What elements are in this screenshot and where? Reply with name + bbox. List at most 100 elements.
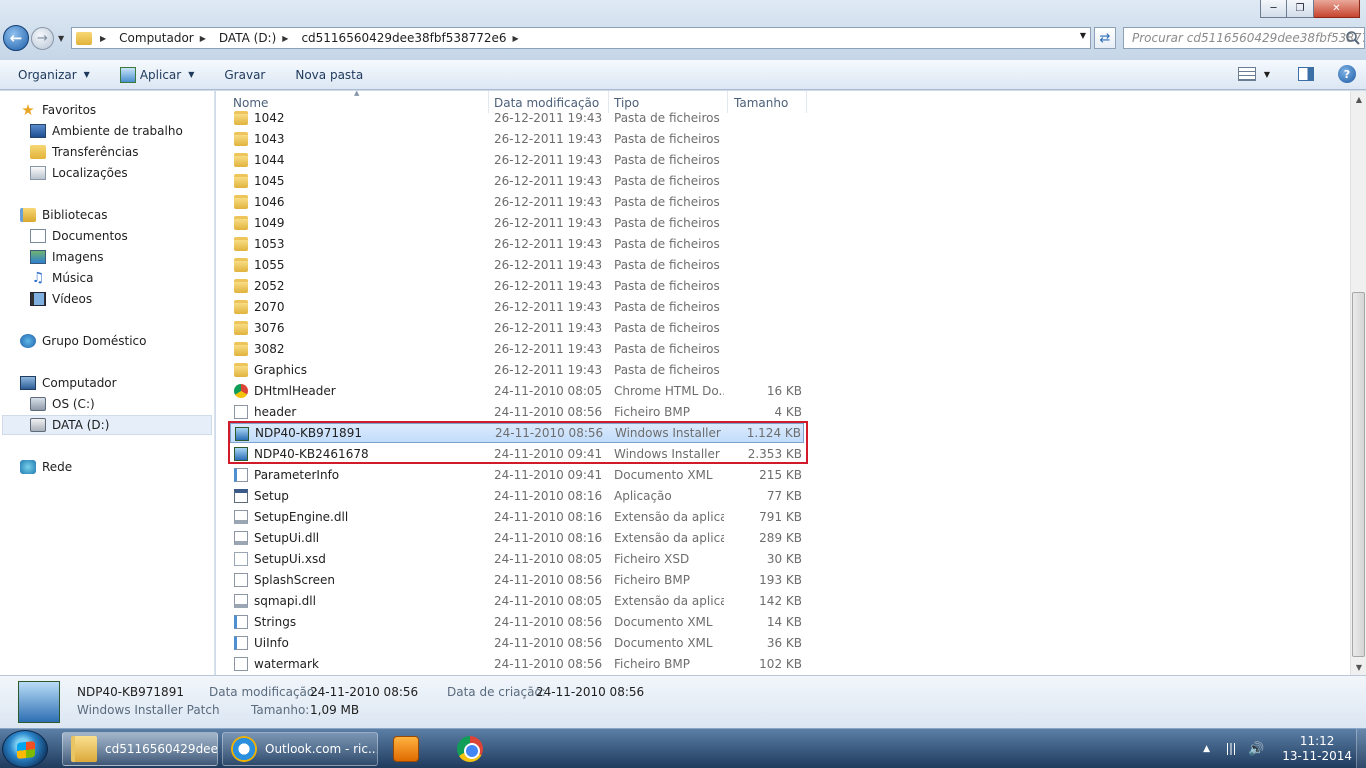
address-dropdown[interactable]: ▼ <box>1080 31 1086 40</box>
clock[interactable]: 11:12 13-11-2014 <box>1282 734 1352 764</box>
table-row[interactable]: watermark 24-11-2010 08:56 Ficheiro BMP 102… <box>230 654 804 674</box>
recent-places-icon <box>30 166 46 180</box>
table-row[interactable]: SetupEngine.dll 24-11-2010 08:16 Extensão … <box>230 507 804 527</box>
breadcrumb-current-folder[interactable]: cd5116560429dee38fbf538772e6 <box>301 31 506 45</box>
table-row[interactable]: SetupUi.xsd 24-11-2010 08:05 Ficheiro XSD 3… <box>230 549 804 569</box>
change-view-button[interactable]: ▼ <box>1237 67 1270 81</box>
file-type: Aplicação <box>614 489 672 503</box>
network-signal-icon[interactable] <box>1224 743 1239 755</box>
details-view-icon <box>1237 67 1256 81</box>
nav-os-c[interactable]: OS (C:) <box>30 397 95 411</box>
table-row[interactable]: NDP40-KB2461678 24-11-2010 09:41 Windows I… <box>230 444 804 464</box>
taskbar-internet-explorer[interactable]: Outlook.com - ric... <box>222 732 378 766</box>
file-name: 1053 <box>254 237 285 251</box>
internet-explorer-icon <box>231 736 257 762</box>
file-date: 24-11-2010 09:41 <box>494 447 603 461</box>
nav-computer[interactable]: Computador <box>20 376 117 390</box>
new-folder-button[interactable]: Nova pasta <box>295 68 363 82</box>
table-row[interactable]: 1045 26-12-2011 19:43 Pasta de ficheiros <box>230 171 804 191</box>
nav-downloads[interactable]: Transferências <box>30 145 139 159</box>
nav-videos[interactable]: Vídeos <box>30 292 92 306</box>
scroll-down-button[interactable]: ▼ <box>1351 659 1366 675</box>
table-row[interactable]: UiInfo 24-11-2010 08:56 Documento XML 36 KB <box>230 633 804 653</box>
volume-icon[interactable]: 🔊 <box>1248 742 1264 757</box>
scroll-up-button[interactable]: ▲ <box>1351 91 1366 107</box>
nav-favorites[interactable]: ★ Favoritos <box>20 103 96 118</box>
recent-pages-dropdown[interactable]: ▼ <box>58 34 64 43</box>
table-row[interactable]: SplashScreen 24-11-2010 08:56 Ficheiro BMP… <box>230 570 804 590</box>
table-row[interactable]: 1049 26-12-2011 19:43 Pasta de ficheiros <box>230 213 804 233</box>
nav-documents[interactable]: Documentos <box>30 229 128 243</box>
vertical-scrollbar[interactable]: ▲ ▼ <box>1350 91 1366 675</box>
file-type: Pasta de ficheiros <box>614 132 720 146</box>
file-name: 1043 <box>254 132 285 146</box>
table-row[interactable]: Setup 24-11-2010 08:16 Aplicação 77 KB <box>230 486 804 506</box>
start-button[interactable] <box>2 730 48 768</box>
table-row[interactable]: DHtmlHeader 24-11-2010 08:05 Chrome HTML D… <box>230 381 804 401</box>
file-type: Documento XML <box>614 468 713 482</box>
libraries-icon <box>20 208 36 222</box>
msp-file-icon <box>235 427 249 441</box>
table-row[interactable]: Graphics 26-12-2011 19:43 Pasta de ficheir… <box>230 360 804 380</box>
breadcrumb-separator[interactable]: ▶ <box>200 34 213 43</box>
search-input[interactable]: Procurar cd5116560429dee38fbf53877... <box>1123 27 1365 49</box>
show-hidden-icons-button[interactable]: ▲ <box>1203 744 1210 754</box>
taskbar-explorer[interactable]: cd5116560429dee... <box>62 732 218 766</box>
table-row[interactable]: Strings 24-11-2010 08:56 Documento XML 14 K… <box>230 612 804 632</box>
refresh-button[interactable]: ⇄ <box>1094 27 1116 49</box>
help-icon[interactable]: ? <box>1338 65 1356 83</box>
table-row[interactable]: 3082 26-12-2011 19:43 Pasta de ficheiros <box>230 339 804 359</box>
taskbar-media-player[interactable] <box>384 732 438 766</box>
nav-homegroup[interactable]: Grupo Doméstico <box>20 334 147 348</box>
folder-file-icon <box>234 321 248 335</box>
nav-desktop[interactable]: Ambiente de trabalho <box>30 124 183 138</box>
table-row[interactable]: 3076 26-12-2011 19:43 Pasta de ficheiros <box>230 318 804 338</box>
burn-button[interactable]: Gravar <box>224 68 265 82</box>
nav-locations[interactable]: Localizações <box>30 166 128 180</box>
apply-button[interactable]: Aplicar ▼ <box>119 66 194 83</box>
table-row[interactable]: sqmapi.dll 24-11-2010 08:05 Extensão da ap… <box>230 591 804 611</box>
column-divider[interactable] <box>806 91 807 113</box>
table-row[interactable]: 1055 26-12-2011 19:43 Pasta de ficheiros <box>230 255 804 275</box>
file-type: Pasta de ficheiros <box>614 195 720 209</box>
taskbar-chrome[interactable] <box>448 732 502 766</box>
details-created-value: 24-11-2010 08:56 <box>536 685 645 699</box>
table-row[interactable]: 1053 26-12-2011 19:43 Pasta de ficheiros <box>230 234 804 254</box>
breadcrumb-separator[interactable]: ▶ <box>282 34 295 43</box>
nav-network[interactable]: Rede <box>20 460 72 474</box>
file-name: SetupUi.xsd <box>254 552 326 566</box>
table-row[interactable]: 1044 26-12-2011 19:43 Pasta de ficheiros <box>230 150 804 170</box>
breadcrumb-computer[interactable]: Computador <box>119 31 194 45</box>
organize-button[interactable]: Organizar ▼ <box>18 68 90 82</box>
minimize-button[interactable]: ─ <box>1260 0 1287 18</box>
nav-images[interactable]: Imagens <box>30 250 103 264</box>
table-row[interactable]: 1046 26-12-2011 19:43 Pasta de ficheiros <box>230 192 804 212</box>
scroll-thumb[interactable] <box>1352 292 1365 657</box>
pictures-icon <box>30 250 46 264</box>
table-row[interactable]: 1043 26-12-2011 19:43 Pasta de ficheiros <box>230 129 804 149</box>
table-row[interactable]: ParameterInfo 24-11-2010 09:41 Documento X… <box>230 465 804 485</box>
nav-libraries[interactable]: Bibliotecas <box>20 208 107 222</box>
breadcrumb-data-d[interactable]: DATA (D:) <box>219 31 276 45</box>
table-row[interactable]: 2052 26-12-2011 19:43 Pasta de ficheiros <box>230 276 804 296</box>
close-button[interactable]: ✕ <box>1314 0 1360 18</box>
forward-button[interactable]: → <box>31 27 54 50</box>
breadcrumb-separator[interactable]: ▶ <box>100 34 113 43</box>
maximize-button[interactable]: ❐ <box>1287 0 1314 18</box>
table-row[interactable]: SetupUi.dll 24-11-2010 08:16 Extensão da a… <box>230 528 804 548</box>
back-button[interactable]: ← <box>3 25 29 51</box>
breadcrumb-separator[interactable]: ▶ <box>513 34 526 43</box>
table-row[interactable]: NDP40-KB971891 24-11-2010 08:56 Windows In… <box>230 423 804 443</box>
nav-data-d[interactable]: DATA (D:) <box>2 415 212 435</box>
address-bar[interactable]: ▶ Computador ▶ DATA (D:) ▶ cd5116560429d… <box>71 27 1091 49</box>
details-created-label: Data de criação: <box>447 685 546 699</box>
table-row[interactable]: header 24-11-2010 08:56 Ficheiro BMP 4 KB <box>230 402 804 422</box>
preview-pane-icon[interactable] <box>1298 67 1314 81</box>
show-desktop-button[interactable] <box>1356 729 1366 768</box>
table-row[interactable]: 2070 26-12-2011 19:43 Pasta de ficheiros <box>230 297 804 317</box>
file-type: Pasta de ficheiros <box>614 342 720 356</box>
nav-music[interactable]: ♫ Música <box>30 271 94 285</box>
exe-file-icon <box>234 489 248 503</box>
table-row[interactable]: 1042 26-12-2011 19:43 Pasta de ficheiros <box>230 108 804 128</box>
navigation-pane: ★ Favoritos Ambiente de trabalho Transfer… <box>0 91 215 675</box>
